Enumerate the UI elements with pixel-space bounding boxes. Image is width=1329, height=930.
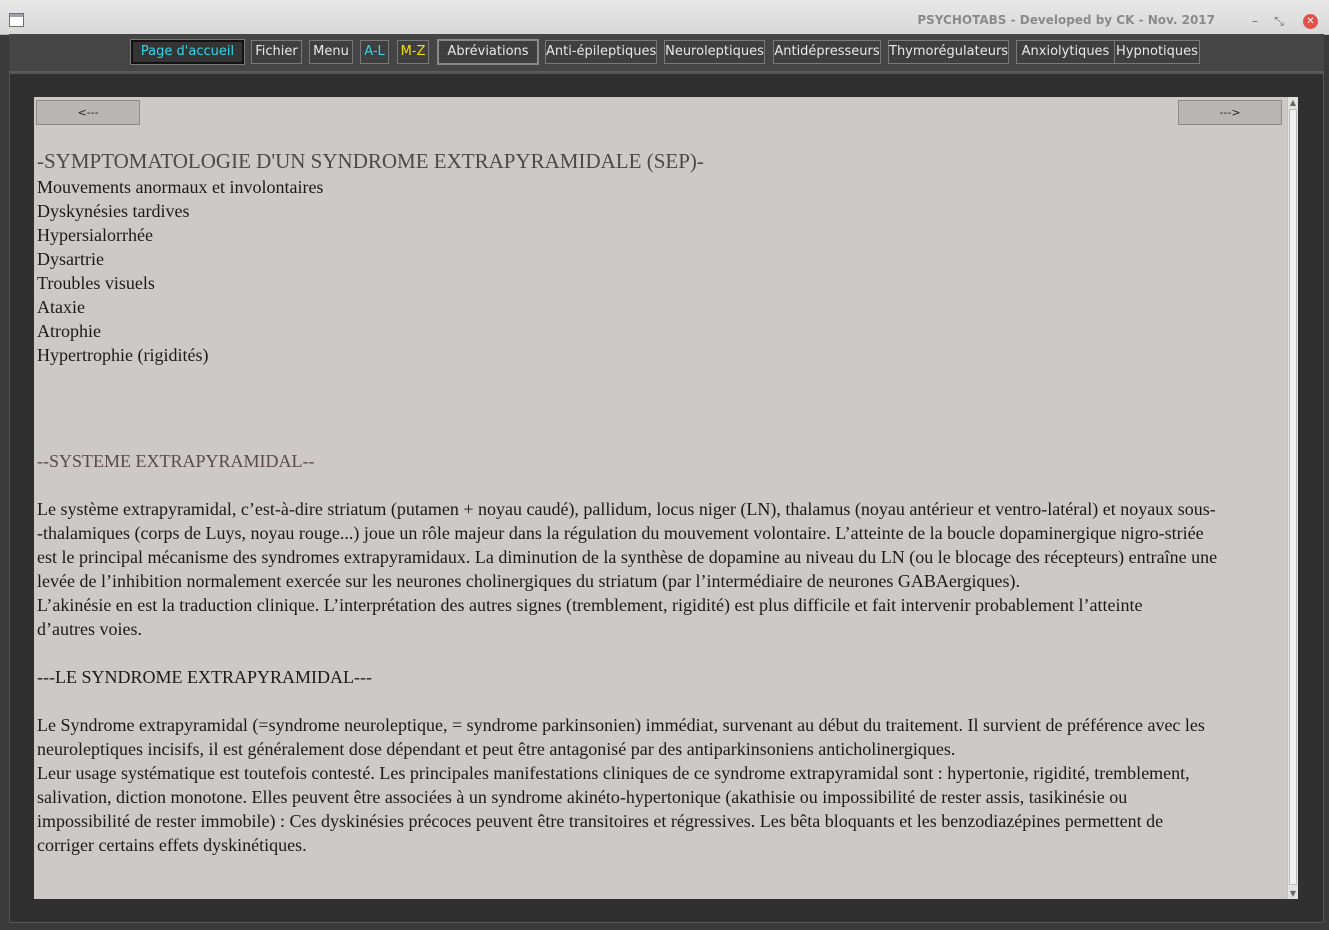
title-bar: PSYCHOTABS - Developed by CK - Nov. 2017… [0,0,1329,35]
window-title: PSYCHOTABS - Developed by CK - Nov. 2017 [917,13,1215,27]
scroll-down-icon[interactable]: ▼ [1288,888,1298,899]
paragraph-line: corriger certains effets dyskinétiques. [37,835,307,855]
symptom-item: Hypersialorrhée [37,225,153,245]
paragraph-line: Le Syndrome extrapyramidal (=syndrome ne… [37,715,1205,735]
section-heading-systeme: --SYSTEME EXTRAPYRAMIDAL-- [37,451,315,471]
paragraph-line: impossibilité de rester immobile) : Ces … [37,811,1164,831]
previous-page-button[interactable]: <--- [36,100,140,125]
symptom-item: Dysartrie [37,249,104,269]
symptom-item: Dyskynésies tardives [37,201,190,221]
antidepresseurs-button[interactable]: Antidépresseurs [773,40,881,64]
anxiolytiques-button[interactable]: Anxiolytiques [1016,40,1115,64]
close-icon[interactable]: ✕ [1303,14,1318,29]
maximize-icon[interactable]: ⤡ [1271,13,1287,29]
symptom-item: Ataxie [37,297,85,317]
paragraph-line: Le système extrapyramidal, c’est-à-dire … [37,499,1216,519]
m-z-button[interactable]: M-Z [397,40,429,64]
document-content: -SYMPTOMATOLOGIE D'UN SYNDROME EXTRAPYRA… [37,147,1262,857]
paragraph-line: neuroleptiques incisifs, il est générale… [37,739,956,759]
symptom-item: Mouvements anormaux et involontaires [37,177,324,197]
neuroleptiques-button[interactable]: Neuroleptiques [664,40,765,64]
paragraph-line: d’autres voies. [37,619,142,639]
anti-epileptiques-button[interactable]: Anti-épileptiques [545,40,657,64]
document-page[interactable]: <--- ---> -SYMPTOMATOLOGIE D'UN SYNDROME… [34,97,1287,899]
section-heading-syndrome: ---LE SYNDROME EXTRAPYRAMIDAL--- [37,667,372,687]
section-heading-symptomatologie: -SYMPTOMATOLOGIE D'UN SYNDROME EXTRAPYRA… [37,149,704,173]
vertical-scrollbar[interactable]: ▲ ▼ [1287,97,1298,899]
paragraph-line: levée de l’inhibition normalement exercé… [37,571,1021,591]
fichier-button[interactable]: Fichier [251,40,302,64]
a-l-button[interactable]: A-L [360,40,389,64]
app-icon [9,13,24,27]
home-button[interactable]: Page d'accueil [131,40,244,64]
paragraph-line: salivation, diction monotone. Elles peuv… [37,787,1128,807]
minimize-icon[interactable]: – [1247,13,1263,29]
nav-toolbar: Page d'accueil Fichier Menu A-L M-Z Abré… [9,34,1324,73]
paragraph-line: Leur usage systématique est toutefois co… [37,763,1190,783]
scrollbar-thumb[interactable] [1289,109,1297,885]
menu-button[interactable]: Menu [309,40,353,64]
symptom-item: Atrophie [37,321,101,341]
abreviations-button[interactable]: Abréviations [437,39,539,65]
paragraph-line: est le principal mécanisme des syndromes… [37,547,1218,567]
paragraph-line: -thalamiques (corps de Luys, noyau rouge… [37,523,1204,543]
symptom-item: Troubles visuels [37,273,155,293]
thymoregulateurs-button[interactable]: Thymorégulateurs [888,40,1009,64]
scroll-up-icon[interactable]: ▲ [1288,97,1298,108]
next-page-button[interactable]: ---> [1178,100,1282,125]
symptom-item: Hypertrophie (rigidités) [37,345,209,365]
hypnotiques-button[interactable]: Hypnotiques [1114,40,1200,64]
paragraph-line: L’akinésie en est la traduction clinique… [37,595,1143,615]
